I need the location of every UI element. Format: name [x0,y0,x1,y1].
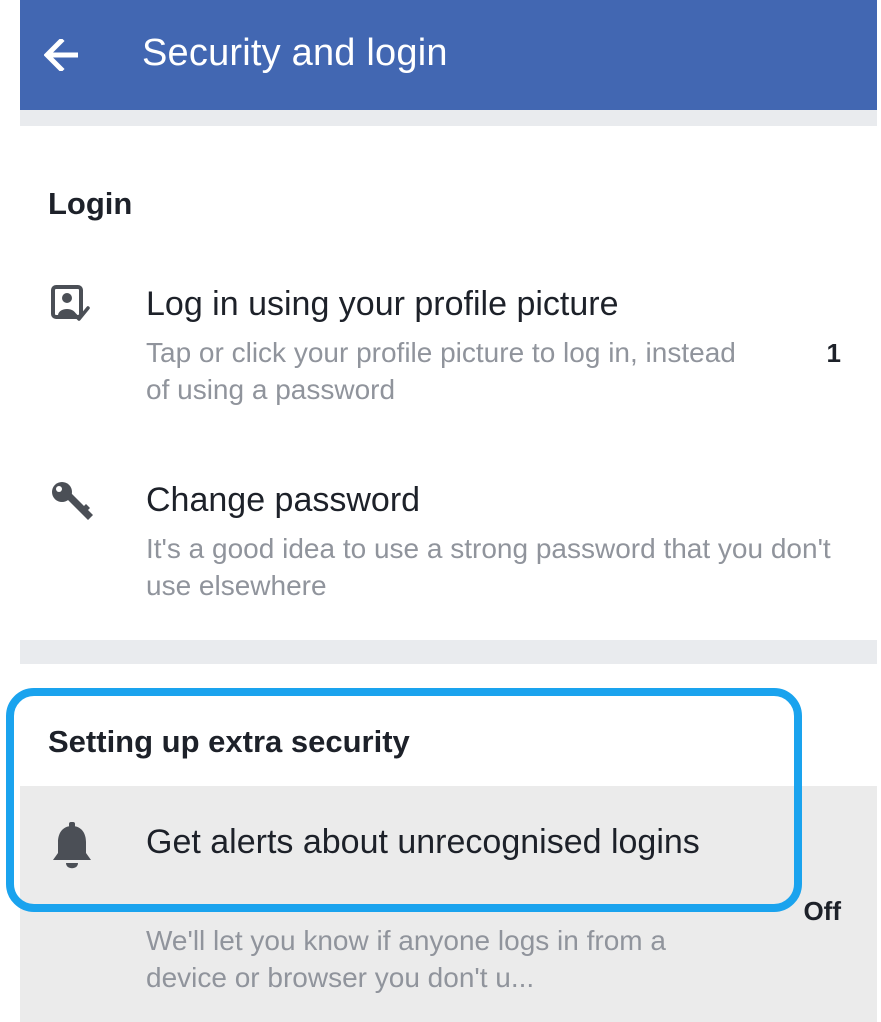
unrecognised-login-alerts-status: Off [803,896,841,926]
profile-picture-login-row[interactable]: Log in using your profile picture Tap or… [20,270,877,430]
profile-picture-login-description: Tap or click your profile picture to log… [146,337,736,405]
profile-picture-check-icon [51,285,90,321]
app-bar: Security and login [20,0,877,110]
section-title-extra-security: Setting up extra security [48,724,410,759]
section-title-login: Login [48,186,133,221]
bell-icon [53,822,91,869]
unrecognised-login-alerts-description: We'll let you know if anyone logs in fro… [146,925,666,993]
change-password-title: Change password [146,481,421,519]
key-icon [52,482,93,520]
back-button[interactable] [20,0,104,110]
unrecognised-login-alerts-title: Get alerts about unrecognised logins [146,823,700,861]
page-title: Security and login [142,31,448,74]
profile-picture-login-count: 1 [826,338,841,368]
unrecognised-login-alerts-row[interactable]: Get alerts about unrecognised logins We'… [20,786,877,1022]
arrow-left-icon [44,39,78,71]
security-login-screen: Security and login Login Log in using yo… [0,0,881,1022]
profile-picture-login-title: Log in using your profile picture [146,285,619,323]
header-divider [20,110,877,126]
change-password-description: It's a good idea to use a strong passwor… [146,533,831,601]
change-password-row[interactable]: Change password It's a good idea to use … [20,466,877,616]
section-divider [20,640,877,664]
